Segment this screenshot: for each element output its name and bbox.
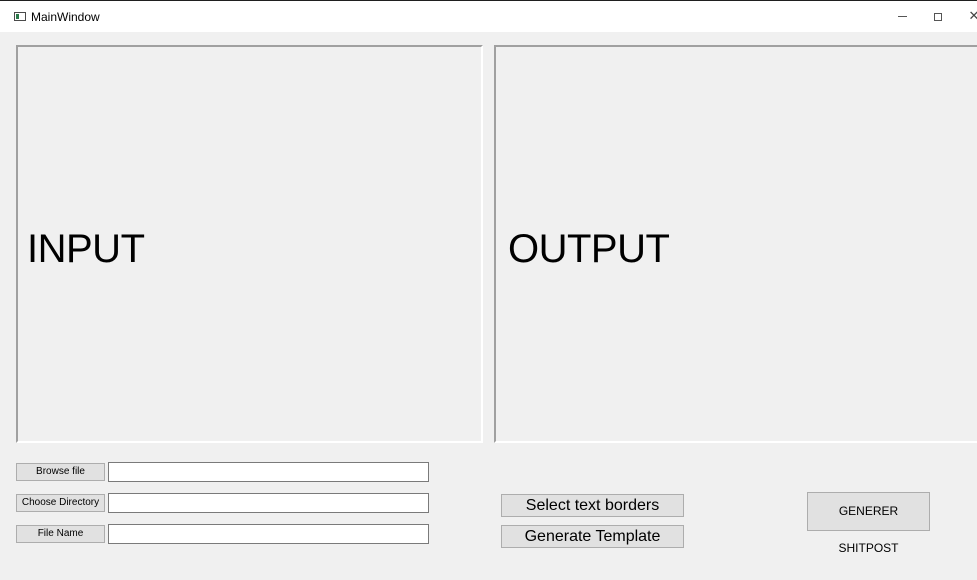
- choose-directory-field[interactable]: [108, 493, 429, 513]
- input-image-panel: INPUT: [16, 45, 483, 443]
- choose-directory-button[interactable]: Choose Directory: [16, 494, 105, 512]
- browse-file-button[interactable]: Browse file: [16, 463, 105, 481]
- maximize-icon: [934, 12, 942, 21]
- title-bar[interactable]: MainWindow ✕: [0, 1, 977, 32]
- close-button[interactable]: ✕: [956, 1, 977, 32]
- minimize-button[interactable]: [884, 1, 920, 32]
- file-name-button[interactable]: File Name: [16, 525, 105, 543]
- browse-file-field[interactable]: [108, 462, 429, 482]
- maximize-button[interactable]: [920, 1, 956, 32]
- select-text-borders-button[interactable]: Select text borders: [501, 494, 684, 517]
- close-icon: ✕: [968, 9, 977, 24]
- input-panel-label: INPUT: [27, 227, 145, 271]
- main-window: MainWindow ✕ INPUT OUTPUT Browse file Ch…: [0, 0, 977, 580]
- minimize-icon: [897, 16, 907, 17]
- window-title: MainWindow: [31, 10, 100, 24]
- app-window-icon: [14, 12, 26, 21]
- generer-shitpost-button[interactable]: GENERER SHITPOST: [807, 492, 930, 555]
- output-panel-label: OUTPUT: [508, 227, 670, 271]
- output-image-panel: OUTPUT: [494, 45, 977, 443]
- generate-template-button[interactable]: Generate Template: [501, 525, 684, 548]
- file-name-field[interactable]: [108, 524, 429, 544]
